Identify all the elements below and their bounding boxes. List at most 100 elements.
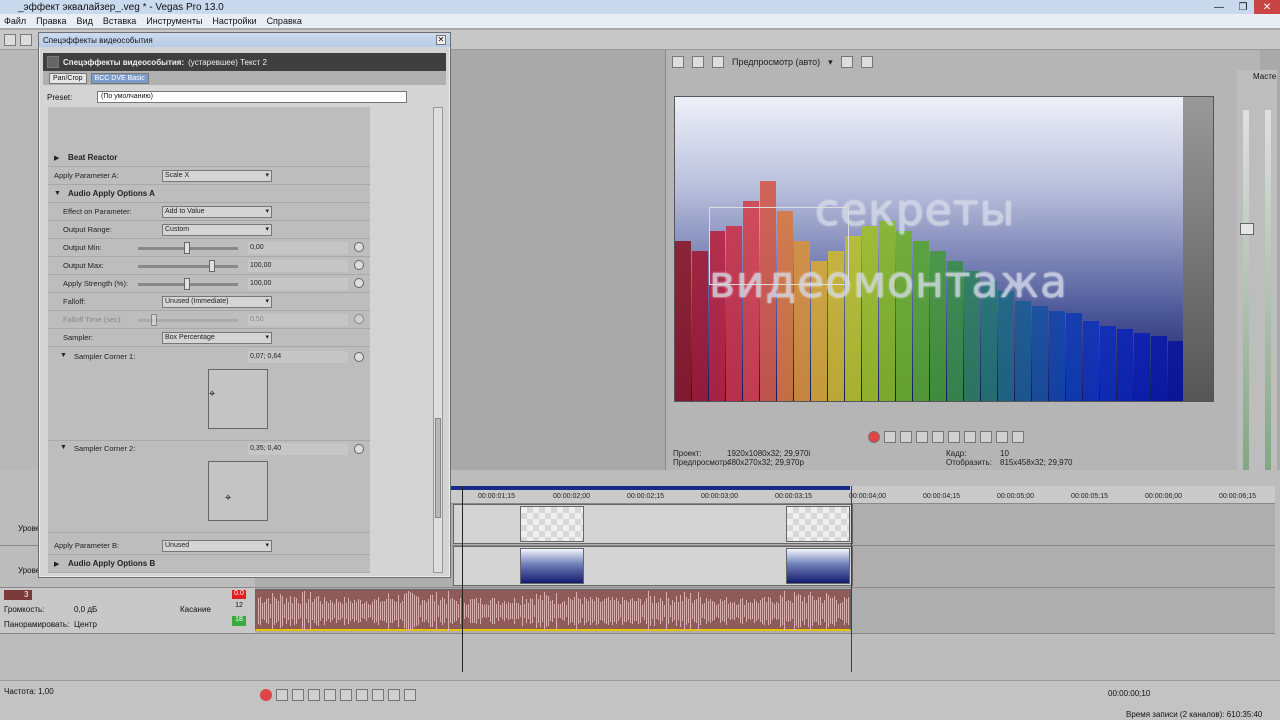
keyframe-icon[interactable]: [354, 352, 364, 362]
menu-help[interactable]: Справка: [267, 16, 302, 26]
playhead-cursor[interactable]: [462, 486, 463, 672]
next-frame-icon[interactable]: [404, 689, 416, 701]
menu-file[interactable]: Файл: [4, 16, 26, 26]
sampler-corner1-pad[interactable]: ⌖: [208, 369, 268, 429]
audio-event[interactable]: [255, 589, 851, 631]
sampler-corner1-value[interactable]: 0,07; 0,64: [248, 351, 348, 363]
overlay-icon[interactable]: [840, 56, 853, 68]
new-project-icon[interactable]: [4, 34, 16, 46]
next-marker-icon[interactable]: [372, 689, 384, 701]
play-from-start-icon[interactable]: [292, 689, 304, 701]
automation-mode[interactable]: Касание: [180, 605, 211, 614]
prev-frame-icon[interactable]: [996, 431, 1008, 443]
loop-icon[interactable]: [884, 431, 896, 443]
waveform-sample: [572, 599, 573, 623]
params-scroll-thumb[interactable]: [435, 418, 441, 518]
param-row[interactable]: ▼ Audio Apply Options A: [48, 185, 370, 203]
timecode-display: 00:00:00;10: [1108, 689, 1151, 698]
dialog-titlebar[interactable]: Спецэффекты видеособытия: [39, 33, 450, 47]
next-marker-icon[interactable]: [980, 431, 992, 443]
text-event-thumb[interactable]: [786, 506, 850, 542]
expand-down-icon[interactable]: ▼: [60, 444, 67, 451]
dialog-close-button[interactable]: ✕: [436, 35, 446, 45]
pause-icon[interactable]: [324, 689, 336, 701]
menu-tools[interactable]: Инструменты: [146, 16, 202, 26]
expand-right-icon[interactable]: ▶: [54, 560, 59, 568]
close-button[interactable]: ✕: [1254, 0, 1280, 14]
chain-pan-crop[interactable]: Pan/Crop: [49, 72, 87, 84]
apply-strength-value[interactable]: 100,00: [248, 277, 348, 290]
apply-param-a-select[interactable]: Scale X: [162, 170, 272, 182]
gradient-event[interactable]: [786, 548, 850, 584]
menu-view[interactable]: Вид: [77, 16, 93, 26]
apply-strength-thumb[interactable]: [184, 278, 190, 290]
falloff-select[interactable]: Unused (Immediate): [162, 296, 272, 308]
preview-props-icon[interactable]: [672, 56, 684, 68]
chain-bcc-dve-basic[interactable]: BCC DVE Basic: [90, 72, 149, 84]
master-fader[interactable]: [1240, 223, 1254, 235]
crosshair-icon[interactable]: ⌖: [225, 492, 231, 505]
expand-down-icon[interactable]: ▼: [60, 352, 67, 359]
param-row[interactable]: ▶ Beat Reactor: [48, 149, 370, 167]
minimize-button[interactable]: —: [1206, 0, 1232, 14]
keyframe-icon[interactable]: [354, 260, 364, 270]
effect-on-param-select[interactable]: Add to Value: [162, 206, 272, 218]
crosshair-icon[interactable]: ⌖: [209, 388, 215, 401]
output-max-track[interactable]: [138, 265, 238, 268]
keyframe-icon[interactable]: [354, 242, 364, 252]
param-row[interactable]: ▶ Audio Apply Options B: [48, 555, 370, 573]
play-icon[interactable]: [916, 431, 928, 443]
output-max-thumb[interactable]: [209, 260, 215, 272]
play-from-start-icon[interactable]: [900, 431, 912, 443]
record-icon[interactable]: [260, 689, 272, 701]
display-label: Отобразить:: [946, 458, 992, 467]
chevron-down-icon[interactable]: ▾: [828, 57, 833, 68]
maximize-button[interactable]: ❐: [1230, 0, 1256, 14]
sampler-select[interactable]: Box Percentage: [162, 332, 272, 344]
prev-frame-icon[interactable]: [388, 689, 400, 701]
output-range-select[interactable]: Custom: [162, 224, 272, 236]
record-icon[interactable]: [868, 431, 880, 443]
output-min-value[interactable]: 0,00: [248, 241, 348, 254]
stop-icon[interactable]: [340, 689, 352, 701]
eq-bar: [1151, 336, 1167, 401]
apply-param-b-select[interactable]: Unused: [162, 540, 272, 552]
text-event-thumb[interactable]: [520, 506, 584, 542]
prev-marker-icon[interactable]: [356, 689, 368, 701]
sampler-corner2-value[interactable]: 0,35; 0,40: [248, 443, 348, 455]
waveform-sample: [712, 600, 713, 622]
loop-region-bar[interactable]: [450, 486, 850, 490]
menu-options[interactable]: Настройки: [212, 16, 256, 26]
menu-insert[interactable]: Вставка: [103, 16, 136, 26]
open-folder-icon[interactable]: [20, 34, 32, 46]
output-min-thumb[interactable]: [184, 242, 190, 254]
waveform-sample: [352, 603, 353, 619]
menu-edit[interactable]: Правка: [36, 16, 66, 26]
preview-quality-select[interactable]: Предпросмотр (авто): [732, 57, 820, 67]
audio-track-header[interactable]: 3 Громкость: 0,0 дБ Касание Панорамирова…: [0, 588, 255, 634]
preview-canvas[interactable]: секреты видеомонтажа: [674, 96, 1214, 402]
waveform-sample: [328, 603, 329, 619]
expand-right-icon[interactable]: ▶: [54, 154, 59, 162]
pause-icon[interactable]: [932, 431, 944, 443]
expand-down-icon[interactable]: ▼: [54, 190, 61, 197]
keyframe-icon[interactable]: [354, 444, 364, 454]
sampler-corner2-pad[interactable]: ⌖: [208, 461, 268, 521]
gradient-event[interactable]: [520, 548, 584, 584]
keyframe-icon[interactable]: [354, 278, 364, 288]
prev-marker-icon[interactable]: [964, 431, 976, 443]
waveform-sample: [366, 601, 367, 621]
next-frame-icon[interactable]: [1012, 431, 1024, 443]
output-max-value[interactable]: 100,00: [248, 259, 348, 272]
loop-end-marker[interactable]: [851, 486, 852, 672]
copy-snapshot-icon[interactable]: [860, 56, 873, 68]
stop-icon[interactable]: [948, 431, 960, 443]
external-monitor-icon[interactable]: [692, 56, 704, 68]
waveform-sample: [682, 600, 683, 622]
preview-fx-icon[interactable]: [712, 56, 724, 68]
loop-icon[interactable]: [276, 689, 288, 701]
sampler-box-overlay[interactable]: [709, 207, 849, 285]
preset-select[interactable]: (По умолчанию): [97, 91, 407, 103]
params-scrollbar[interactable]: [433, 107, 443, 573]
play-icon[interactable]: [308, 689, 320, 701]
